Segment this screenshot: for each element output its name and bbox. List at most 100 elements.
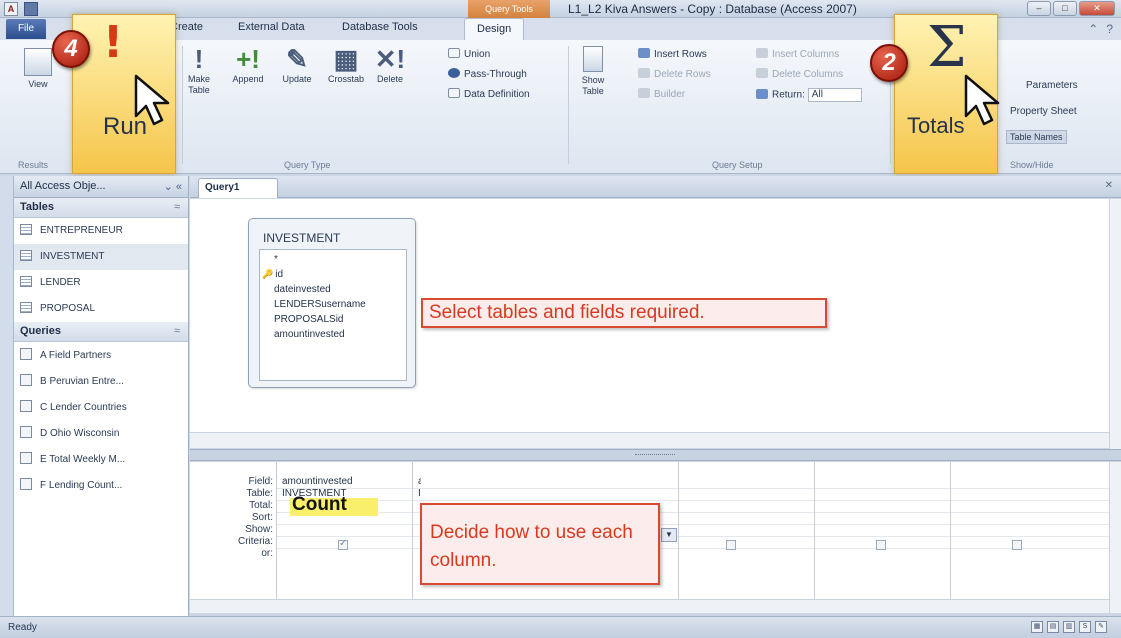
- delete-rows-button[interactable]: Delete Rows: [638, 68, 711, 80]
- tab-query1[interactable]: Query1: [198, 178, 278, 198]
- nav-item-investment[interactable]: INVESTMENT: [14, 244, 188, 270]
- status-bar: Ready ▦ ▤ ▥ S ✎: [0, 616, 1121, 638]
- grid-vscroll[interactable]: [1109, 462, 1121, 613]
- grid-hscroll[interactable]: [190, 599, 1109, 613]
- maximize-button[interactable]: □: [1053, 1, 1077, 16]
- field-dateinvested[interactable]: dateinvested: [274, 282, 406, 297]
- insert-columns-button[interactable]: Insert Columns: [756, 48, 839, 60]
- col1-field[interactable]: amountinvested: [282, 476, 353, 487]
- table-pane-hscroll[interactable]: [190, 432, 1109, 448]
- nav-item-query-d[interactable]: D Ohio Wisconsin: [14, 420, 188, 446]
- window-controls: – □ ✕: [1027, 1, 1115, 16]
- chevron-down-icon[interactable]: ▼: [661, 528, 677, 542]
- tab-external-data[interactable]: External Data: [238, 21, 305, 33]
- field-list-title: INVESTMENT: [263, 231, 341, 245]
- chevron-double-left-icon[interactable]: ⌄ «: [164, 180, 182, 193]
- nav-section-title: Queries: [20, 325, 61, 337]
- view-switcher: ▦ ▤ ▥ S ✎: [1031, 621, 1107, 633]
- view-button[interactable]: View: [20, 48, 56, 90]
- tab-file[interactable]: File: [6, 19, 46, 39]
- access-app-icon[interactable]: A: [4, 2, 18, 16]
- step-2-badge: 2: [870, 44, 908, 82]
- step-4-badge: 4: [52, 30, 90, 68]
- grid-column-3[interactable]: [678, 462, 679, 599]
- nav-item-query-f[interactable]: F Lending Count...: [14, 472, 188, 498]
- nav-item-label: PROPOSAL: [40, 303, 96, 314]
- save-icon[interactable]: [24, 2, 38, 16]
- nav-item-query-c[interactable]: C Lender Countries: [14, 394, 188, 420]
- help-icon[interactable]: ?: [1106, 22, 1113, 36]
- field-all[interactable]: *: [274, 252, 406, 267]
- nav-item-proposal[interactable]: PROPOSAL: [14, 296, 188, 322]
- nav-header[interactable]: All Access Obje... ⌄ «: [14, 176, 188, 198]
- field-amountinvested[interactable]: amountinvested: [274, 327, 406, 342]
- field-list-investment[interactable]: INVESTMENT * id dateinvested LENDERSuser…: [248, 218, 416, 388]
- data-definition-button[interactable]: Data Definition: [448, 88, 530, 100]
- design-view-icon[interactable]: ✎: [1095, 621, 1107, 633]
- grid-divider: [276, 524, 1109, 525]
- col4-show-checkbox[interactable]: [876, 540, 886, 550]
- delete-query-icon: ✕!: [374, 44, 406, 74]
- parameters-button[interactable]: Parameters: [1026, 80, 1078, 91]
- nav-item-query-b[interactable]: B Peruvian Entre...: [14, 368, 188, 394]
- insert-columns-label: Insert Columns: [772, 49, 840, 60]
- grid-column-2[interactable]: [412, 462, 413, 599]
- nav-item-label: E Total Weekly M...: [40, 454, 126, 465]
- tab-design[interactable]: Design: [464, 18, 525, 40]
- grid-column-4[interactable]: [814, 462, 815, 599]
- close-document-icon[interactable]: ✕: [1105, 180, 1113, 191]
- field-lendersusername[interactable]: LENDERSusername: [274, 297, 406, 312]
- delete-button[interactable]: ✕! Delete: [370, 44, 410, 85]
- col2-field[interactable]: amountinvested: [418, 476, 421, 487]
- return-select[interactable]: All: [807, 88, 862, 102]
- nav-item-entrepreneur[interactable]: ENTREPRENEUR: [14, 218, 188, 244]
- row-label-table: Table:: [246, 488, 273, 499]
- pivot-table-icon[interactable]: ▤: [1047, 621, 1059, 633]
- insert-rows-button[interactable]: Insert Rows: [638, 48, 707, 60]
- nav-item-lender[interactable]: LENDER: [14, 270, 188, 296]
- nav-item-query-e[interactable]: E Total Weekly M...: [14, 446, 188, 472]
- pivot-chart-icon[interactable]: ▥: [1063, 621, 1075, 633]
- ribbon-minimize-icon[interactable]: ⌃: [1088, 22, 1098, 36]
- nav-strip: [0, 176, 14, 616]
- append-button[interactable]: +! Append: [228, 44, 268, 85]
- field-proposalsid[interactable]: PROPOSALSid: [274, 312, 406, 327]
- delete-columns-button[interactable]: Delete Columns: [756, 68, 843, 80]
- table-pane-vscroll[interactable]: [1109, 199, 1121, 451]
- tab-database-tools[interactable]: Database Tools: [342, 21, 418, 33]
- row-label-show: Show:: [245, 524, 273, 535]
- crosstab-button[interactable]: ▦ Crosstab: [322, 44, 370, 85]
- document-tab-bar: Query1 ✕: [190, 176, 1121, 198]
- nav-item-query-a[interactable]: A Field Partners: [14, 342, 188, 368]
- col1-total-value[interactable]: Count: [292, 494, 347, 516]
- delete-rows-label: Delete Rows: [654, 69, 711, 80]
- make-table-button[interactable]: ! Make Table: [184, 44, 214, 96]
- field-id[interactable]: id: [274, 267, 406, 282]
- table-icon: [20, 302, 32, 313]
- crosstab-icon: ▦: [333, 44, 359, 74]
- pass-through-label: Pass-Through: [464, 69, 527, 80]
- grid-column-5[interactable]: [950, 462, 951, 599]
- col1-show-checkbox[interactable]: [338, 538, 348, 550]
- ribbon-help-area: ⌃ ?: [1088, 22, 1113, 36]
- show-table-button[interactable]: Show Table: [578, 46, 608, 97]
- property-sheet-button[interactable]: Property Sheet: [1010, 106, 1077, 117]
- minimize-button[interactable]: –: [1027, 1, 1051, 16]
- table-icon: [20, 224, 32, 235]
- pane-splitter[interactable]: [190, 449, 1121, 461]
- nav-section-tables[interactable]: Tables ≈: [14, 198, 188, 218]
- table-names-button[interactable]: Table Names: [1006, 130, 1067, 144]
- builder-button[interactable]: Builder: [638, 88, 685, 100]
- col5-show-checkbox[interactable]: [1012, 540, 1022, 550]
- sql-view-icon[interactable]: S: [1079, 621, 1091, 633]
- grid-column-1[interactable]: [276, 462, 277, 599]
- close-button[interactable]: ✕: [1079, 1, 1115, 16]
- nav-section-queries[interactable]: Queries ≈: [14, 322, 188, 342]
- table-icon: [20, 276, 32, 287]
- union-button[interactable]: Union: [448, 48, 490, 60]
- col3-show-checkbox[interactable]: [726, 540, 736, 550]
- col2-table[interactable]: INVESTMENT: [418, 488, 421, 499]
- pass-through-button[interactable]: Pass-Through: [448, 68, 527, 80]
- datasheet-view-icon[interactable]: ▦: [1031, 621, 1043, 633]
- update-button[interactable]: ✎ Update: [276, 44, 318, 85]
